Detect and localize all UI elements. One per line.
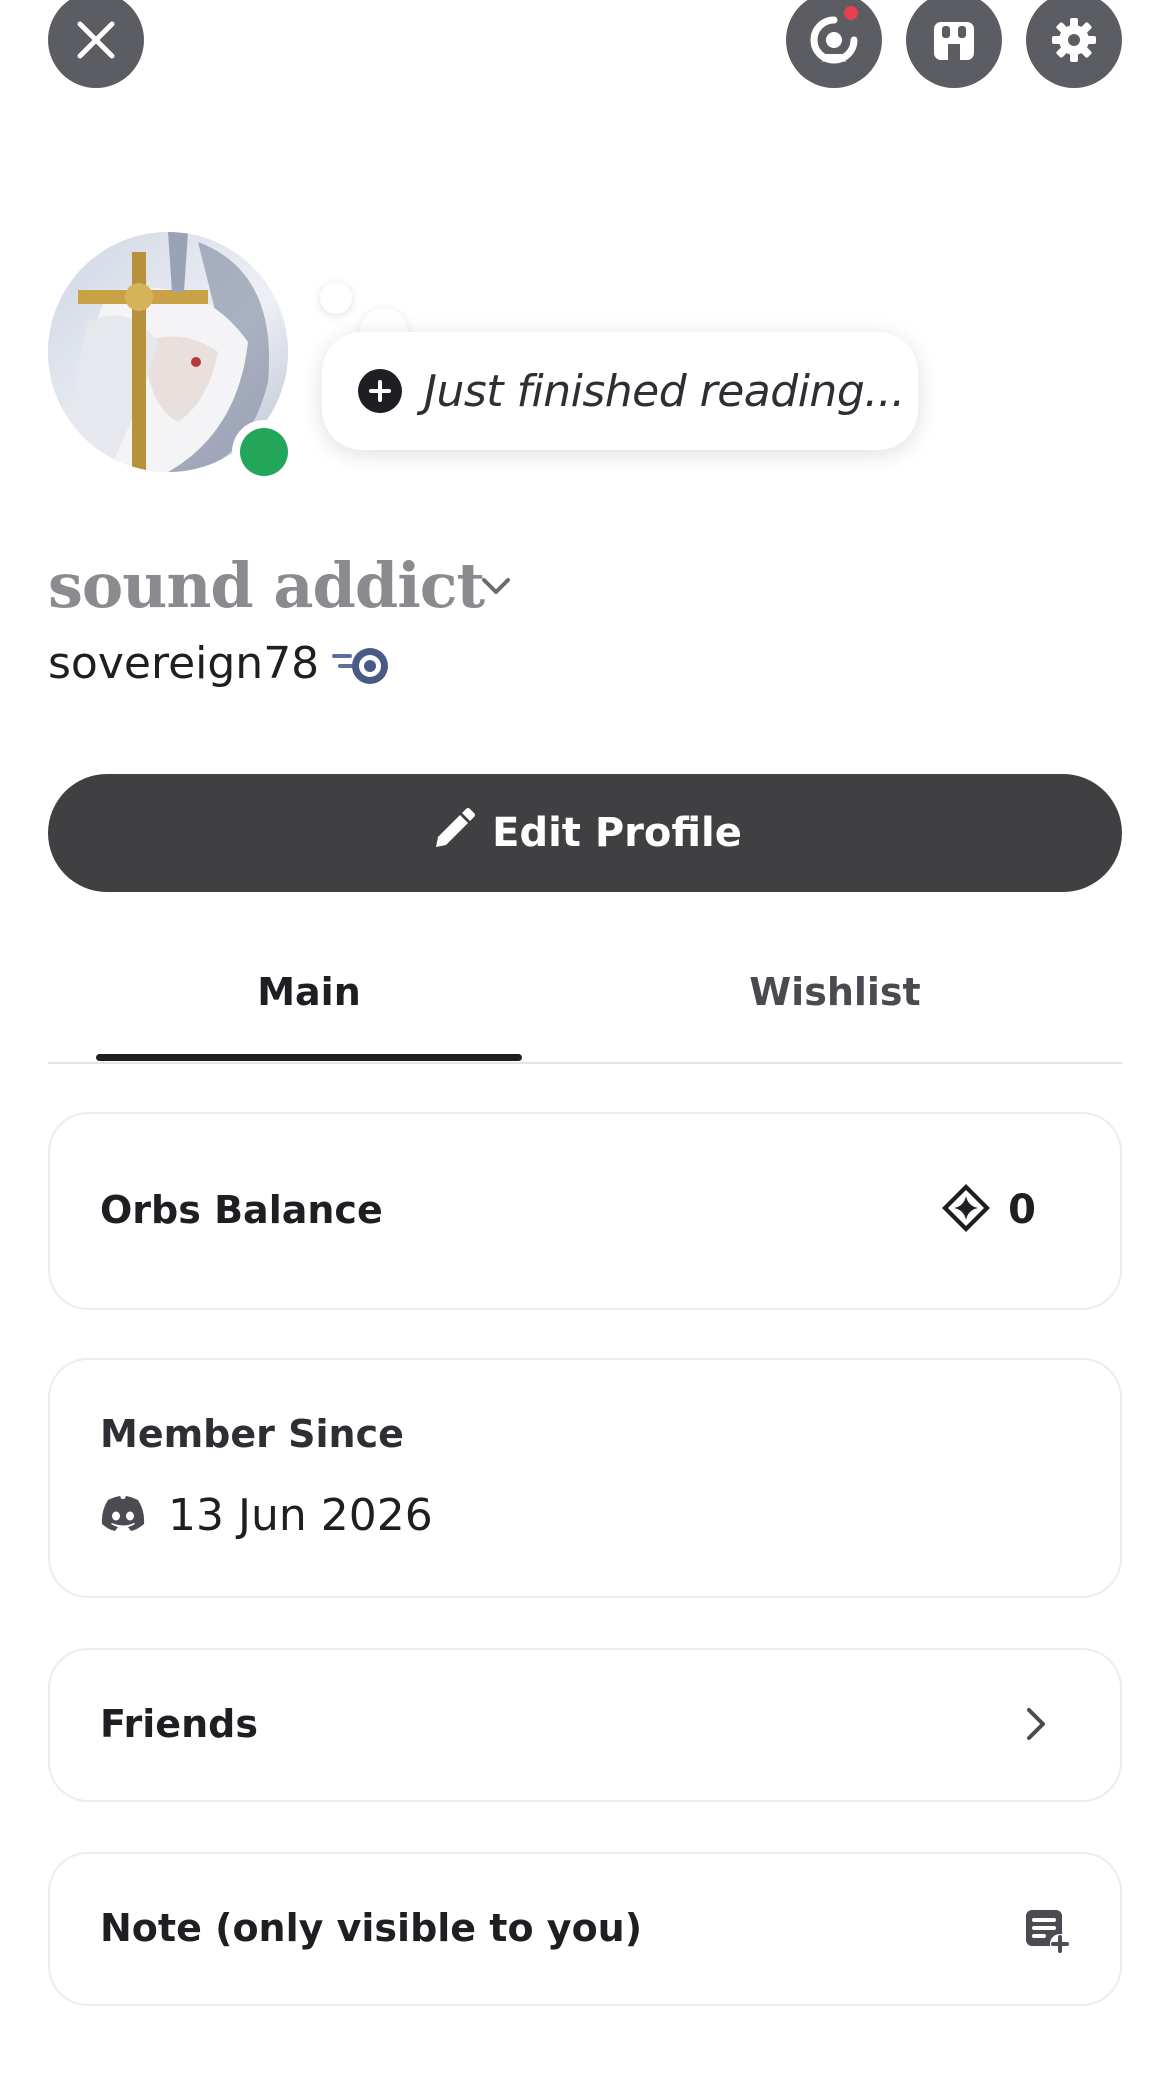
notification-dot (844, 6, 858, 20)
friends-card[interactable]: Friends (48, 1648, 1122, 1802)
member-since-row: 13 Jun 2026 (100, 1490, 433, 1541)
edit-profile-label: Edit Profile (492, 810, 742, 856)
add-note-icon[interactable] (1022, 1906, 1070, 1958)
friends-title: Friends (100, 1702, 258, 1746)
shop-icon (930, 16, 978, 64)
edit-profile-button[interactable]: Edit Profile (48, 774, 1122, 892)
orbs-balance-value: 0 (940, 1182, 1036, 1238)
chevron-right-icon (1016, 1702, 1056, 1750)
active-tab-indicator (96, 1054, 522, 1061)
tab-divider (48, 1062, 1122, 1064)
thought-bubble-dot (320, 282, 352, 314)
discord-logo-icon (100, 1495, 146, 1536)
quests-button[interactable] (786, 0, 882, 88)
status-bubble-text: Just finished reading... (424, 365, 905, 417)
close-icon (74, 18, 118, 62)
nitro-badge-icon[interactable] (332, 640, 396, 692)
custom-status-bubble[interactable]: Just finished reading... (322, 332, 918, 450)
orbs-balance-title: Orbs Balance (100, 1188, 383, 1232)
gear-icon (1049, 15, 1099, 65)
settings-button[interactable] (1026, 0, 1122, 88)
orbs-balance-card[interactable]: Orbs Balance 0 (48, 1112, 1122, 1310)
username: sovereign78 (48, 638, 320, 689)
display-name: sound addict (48, 549, 485, 622)
pencil-icon (428, 807, 476, 859)
quests-icon (808, 14, 860, 66)
note-title: Note (only visible to you) (100, 1906, 643, 1950)
close-button[interactable] (48, 0, 144, 88)
member-since-date: 13 Jun 2026 (168, 1490, 433, 1541)
tab-main[interactable]: Main (96, 960, 522, 1024)
orb-icon (940, 1182, 992, 1238)
shop-button[interactable] (906, 0, 1002, 88)
orbs-count: 0 (1008, 1187, 1036, 1233)
online-status-dot (240, 428, 288, 476)
tab-wishlist[interactable]: Wishlist (622, 960, 1048, 1024)
member-since-card: Member Since 13 Jun 2026 (48, 1358, 1122, 1598)
member-since-title: Member Since (100, 1412, 404, 1456)
chevron-down-icon[interactable] (478, 568, 514, 608)
add-icon (358, 369, 402, 413)
note-card[interactable]: Note (only visible to you) (48, 1852, 1122, 2006)
